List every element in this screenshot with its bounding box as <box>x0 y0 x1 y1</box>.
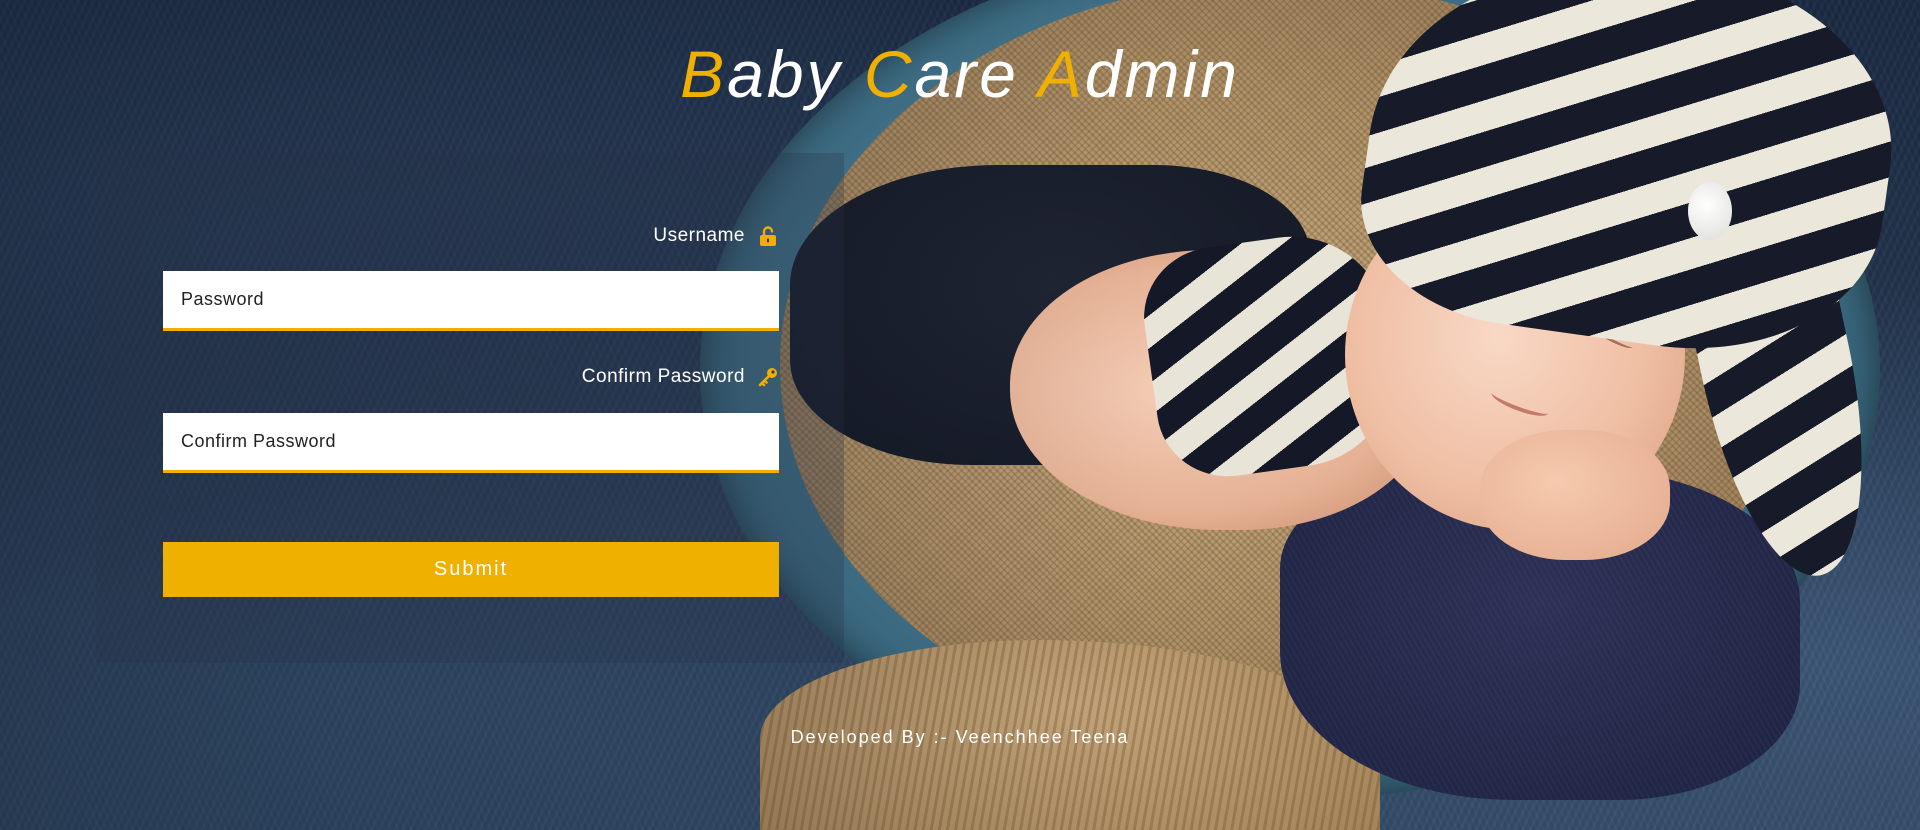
login-page: Baby Care Admin Username Confirm Passwor… <box>0 0 1920 830</box>
password-input[interactable] <box>163 271 779 331</box>
title-word: Care <box>864 37 1038 111</box>
title-initial: B <box>680 37 728 111</box>
title-initial: C <box>863 37 915 111</box>
unlock-icon <box>757 225 779 247</box>
confirm-password-label-row: Confirm Password <box>582 366 779 388</box>
title-rest: dmin <box>1084 37 1240 111</box>
key-icon <box>757 366 779 388</box>
confirm-password-label: Confirm Password <box>581 366 745 387</box>
title-word: Admin <box>1038 37 1240 111</box>
title-initial: A <box>1037 37 1085 111</box>
title-word: Baby <box>680 37 864 111</box>
developer-credit: Developed By :- Veenchhee Teena <box>790 727 1130 747</box>
username-label-row: Username <box>653 225 779 247</box>
submit-button[interactable]: Submit <box>163 542 779 597</box>
title-rest: aby <box>727 37 864 111</box>
title-rest: are <box>914 37 1038 111</box>
page-title: Baby Care Admin <box>0 36 1920 112</box>
confirm-password-input[interactable] <box>163 413 779 473</box>
username-label: Username <box>653 225 745 246</box>
